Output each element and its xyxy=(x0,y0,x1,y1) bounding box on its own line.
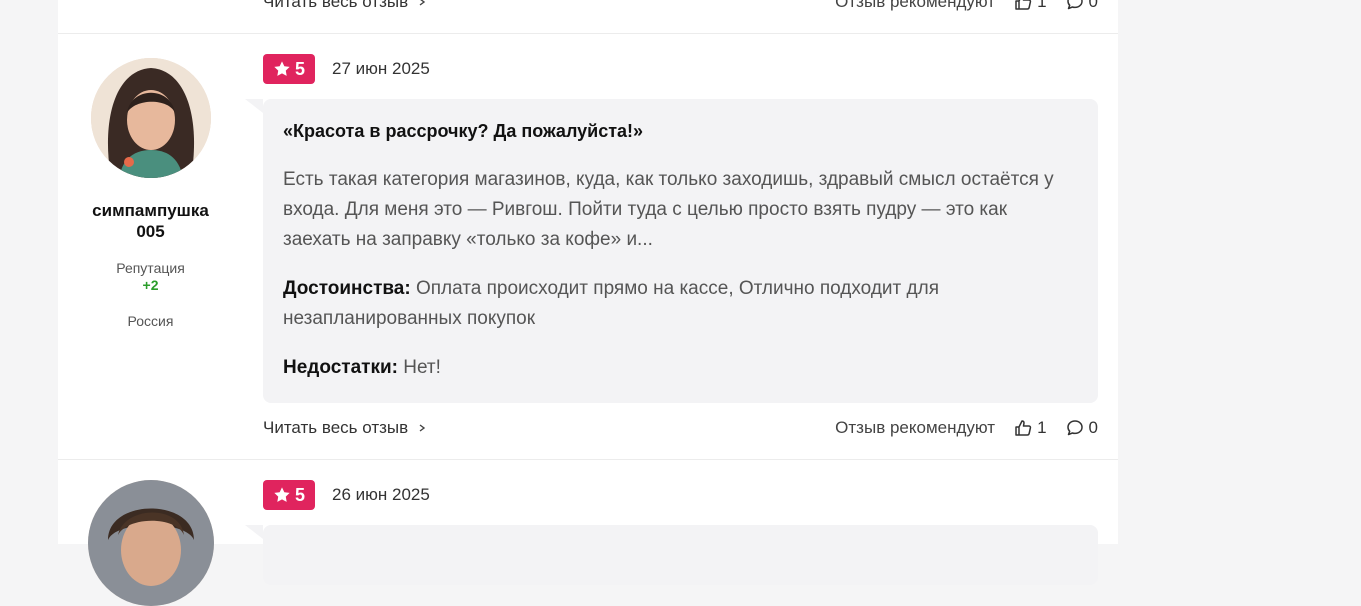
username[interactable]: симпампушка 005 xyxy=(58,200,243,242)
read-more-label: Читать весь отзыв xyxy=(263,418,409,437)
read-full-review-link[interactable]: Читать весь отзыв xyxy=(263,418,426,438)
review-date: 26 июн 2025 xyxy=(332,485,430,504)
divider xyxy=(58,459,1118,460)
reputation-label: Репутация xyxy=(116,260,185,276)
user-country: Россия xyxy=(127,313,174,329)
star-icon xyxy=(274,61,290,76)
avatar-image xyxy=(90,58,211,178)
review-header: 5 26 июн 2025 xyxy=(263,480,430,510)
comments-count: 0 xyxy=(1088,0,1098,11)
review-author: симпампушка 005 Репутация +2 Россия xyxy=(58,58,243,329)
review-cons: Недостатки: Нет! xyxy=(283,353,1078,383)
rating-value: 5 xyxy=(294,58,305,79)
rating-badge: 5 xyxy=(263,480,315,510)
previous-review-footer: Читать весь отзыв Отзыв рекомендуют 1 0 xyxy=(263,0,1098,16)
recommend-label: Отзыв рекомендуют xyxy=(835,418,996,437)
comments-button[interactable]: 0 xyxy=(1065,0,1098,12)
recommend-label: Отзыв рекомендуют xyxy=(835,0,996,11)
rating-value: 5 xyxy=(294,484,305,505)
likes-count: 1 xyxy=(1037,0,1047,11)
cons-text: Нет! xyxy=(403,357,441,378)
comments-count: 0 xyxy=(1088,418,1098,437)
reputation-value: +2 xyxy=(142,277,159,293)
star-icon xyxy=(274,487,290,502)
review-title[interactable]: «Красота в рассрочку? Да пожалуйста!» xyxy=(283,121,1078,142)
cons-label: Недостатки: xyxy=(283,357,398,378)
review-author xyxy=(58,480,243,606)
chevron-right-icon xyxy=(419,424,426,432)
user-avatar[interactable] xyxy=(90,58,211,178)
review-content[interactable]: «Красота в рассрочку? Да пожалуйста!» Ес… xyxy=(245,99,1098,403)
read-more-label: Читать весь отзыв xyxy=(263,0,409,11)
review-date: 27 июн 2025 xyxy=(332,59,430,78)
review-text: Есть такая категория магазинов, куда, ка… xyxy=(283,169,1054,250)
comment-icon xyxy=(1066,420,1083,436)
likes-count: 1 xyxy=(1037,418,1047,437)
comment-icon xyxy=(1066,0,1083,10)
thumbs-up-icon xyxy=(1015,420,1032,436)
avatar-image xyxy=(87,480,214,606)
like-button[interactable]: 1 xyxy=(1013,418,1047,438)
pros-label: Достоинства: xyxy=(283,278,411,299)
rating-badge: 5 xyxy=(263,54,315,84)
thumbs-up-icon xyxy=(1015,0,1032,10)
chevron-right-icon xyxy=(419,0,426,6)
reviews-list: Читать весь отзыв Отзыв рекомендуют 1 0 xyxy=(58,0,1118,606)
comments-button[interactable]: 0 xyxy=(1065,418,1098,438)
review-pros: Достоинства: Оплата происходит прямо на … xyxy=(283,274,1078,334)
divider xyxy=(58,33,1118,34)
review-footer: Читать весь отзыв Отзыв рекомендуют 1 0 xyxy=(263,418,1098,442)
like-button[interactable]: 1 xyxy=(1013,0,1047,12)
review-content[interactable] xyxy=(245,525,1098,585)
read-full-review-link[interactable]: Читать весь отзыв xyxy=(263,0,426,12)
review-header: 5 27 июн 2025 xyxy=(263,54,430,84)
user-avatar[interactable] xyxy=(87,480,214,606)
